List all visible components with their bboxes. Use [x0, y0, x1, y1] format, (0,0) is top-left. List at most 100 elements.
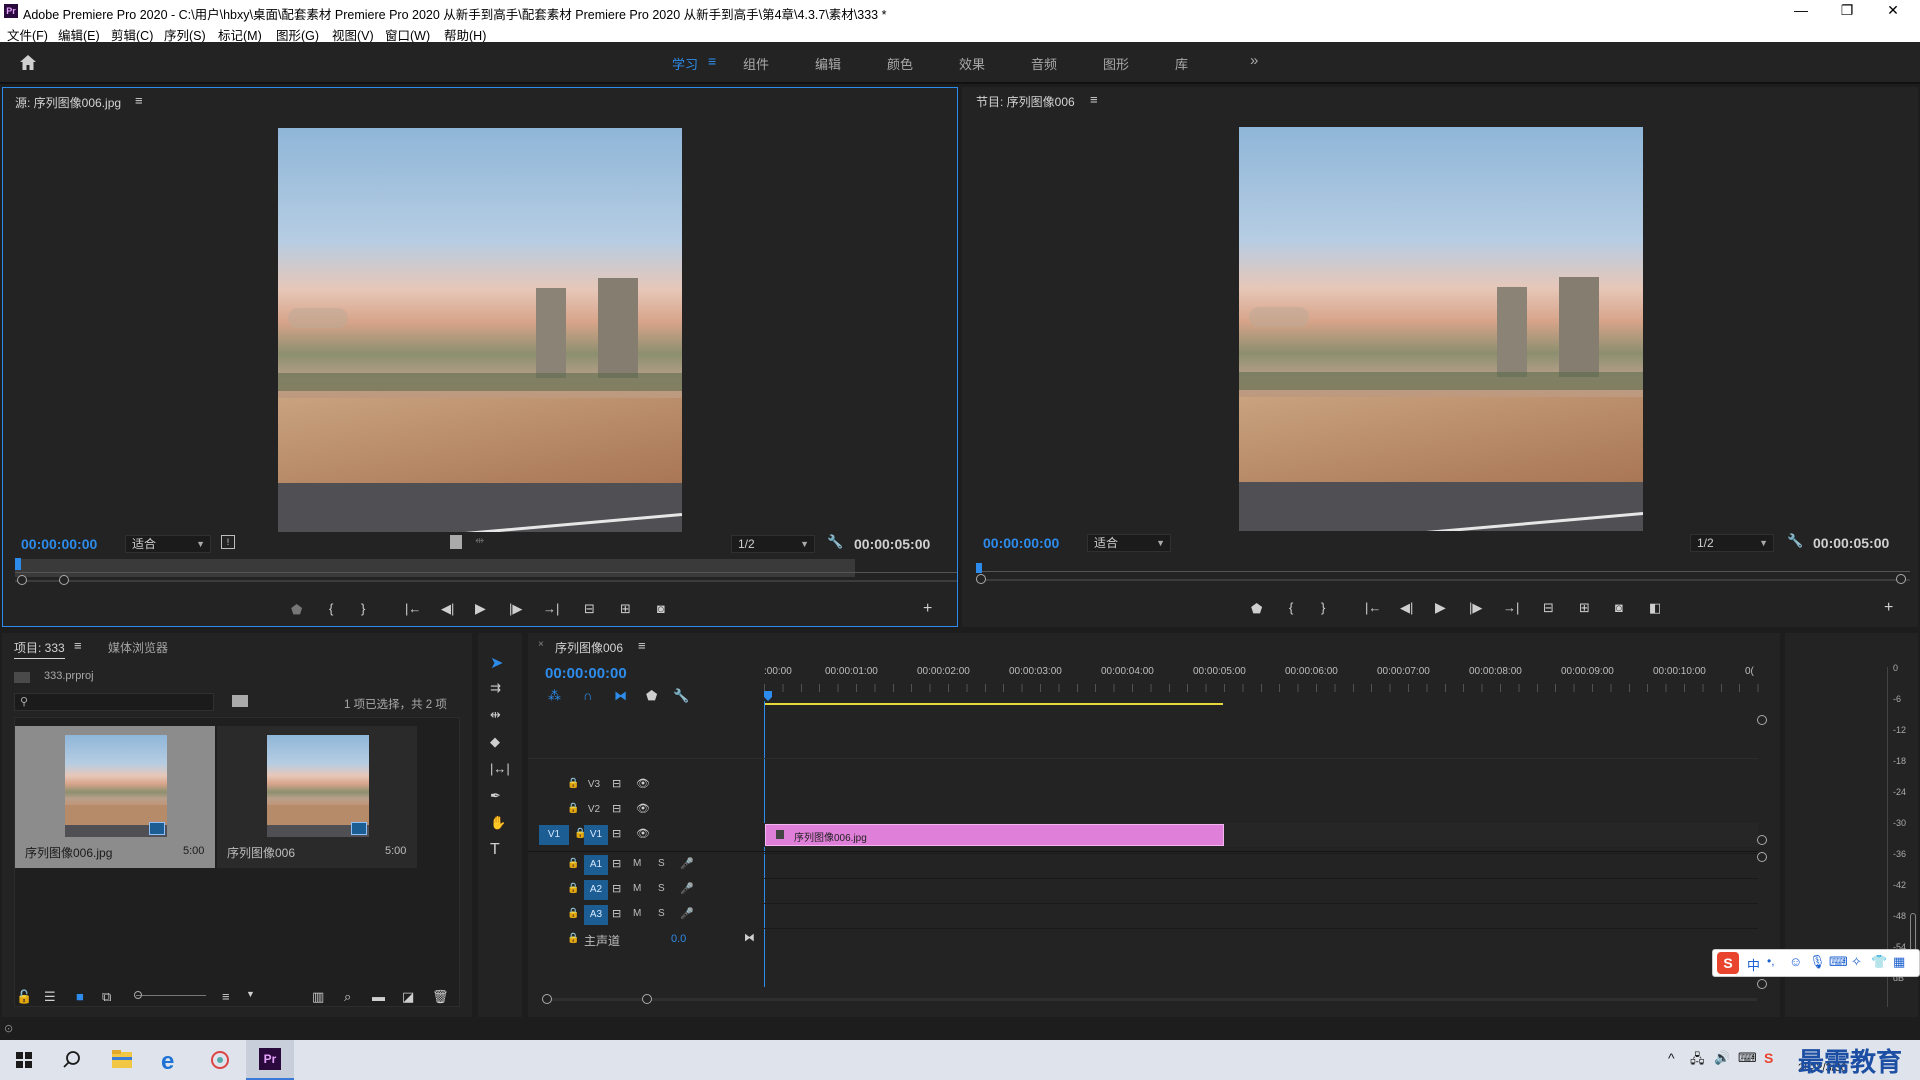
pen-tool-icon[interactable]: ✒: [490, 788, 501, 804]
project-search-input[interactable]: ⚲: [14, 693, 214, 711]
solo-button[interactable]: S: [658, 883, 665, 894]
new-bin-icon[interactable]: ▬: [372, 989, 385, 1004]
zoom-handle-right[interactable]: [59, 575, 69, 585]
emoji-icon[interactable]: ☺: [1789, 954, 1802, 969]
automate-to-sequence-icon[interactable]: ▥: [312, 989, 324, 1005]
tab-media-browser[interactable]: 媒体浏览器: [108, 639, 168, 656]
workspace-learn[interactable]: 学习: [672, 54, 698, 73]
workspace-libraries[interactable]: 库: [1175, 54, 1188, 73]
volume-icon[interactable]: 🔊: [1714, 1050, 1730, 1066]
list-view-icon[interactable]: ☰: [44, 989, 56, 1005]
microphone-icon[interactable]: 🎤: [680, 857, 694, 870]
microphone-icon[interactable]: 🎙: [1809, 954, 1826, 970]
workspace-graphics[interactable]: 图形: [1103, 54, 1129, 73]
add-marker-icon[interactable]: ⬟: [1251, 601, 1262, 617]
microphone-icon[interactable]: 🎤: [680, 907, 694, 920]
track-label-v3[interactable]: V3: [582, 777, 606, 793]
play-icon[interactable]: ▶: [1435, 599, 1446, 616]
workspace-audio[interactable]: 音频: [1031, 54, 1057, 73]
file-explorer-icon[interactable]: [98, 1040, 146, 1080]
step-back-icon[interactable]: ◀|: [441, 601, 454, 617]
workspace-menu-icon[interactable]: ≡: [708, 53, 716, 69]
project-item[interactable]: 序列图像006 5:00: [217, 726, 417, 868]
go-to-in-icon[interactable]: |←: [1365, 600, 1381, 615]
overwrite-icon[interactable]: ⊞: [620, 601, 631, 617]
close-tab-icon[interactable]: ×: [538, 639, 544, 650]
export-frame-settings-icon[interactable]: !: [221, 535, 235, 549]
lock-icon[interactable]: 🔒: [567, 908, 579, 919]
zoom-slider[interactable]: [136, 995, 206, 996]
track-select-tool-icon[interactable]: ⇉: [490, 680, 501, 696]
windows-start-icon[interactable]: [0, 1040, 48, 1080]
home-icon[interactable]: [18, 53, 38, 73]
timeline-timecode[interactable]: 00:00:00:00: [545, 665, 627, 682]
source-monitor-title[interactable]: 源: 序列图像006.jpg: [15, 94, 121, 111]
program-timecode-in[interactable]: 00:00:00:00: [983, 535, 1059, 551]
toggle-sync-lock-icon[interactable]: ⊟: [612, 907, 621, 920]
premiere-taskbar-icon[interactable]: Pr: [246, 1040, 294, 1080]
button-editor-plus-icon[interactable]: +: [1884, 599, 1893, 617]
close-button[interactable]: ✕: [1870, 0, 1916, 22]
program-playhead[interactable]: [976, 563, 982, 573]
solo-button[interactable]: S: [658, 858, 665, 869]
ime-punct-toggle[interactable]: •,: [1767, 954, 1775, 968]
program-monitor-title[interactable]: 节目: 序列图像006: [976, 93, 1075, 110]
work-area-bar[interactable]: [764, 703, 1223, 705]
nest-insert-icon[interactable]: ⁂: [548, 688, 561, 704]
drag-audio-icon[interactable]: ⇹: [475, 534, 484, 547]
find-icon[interactable]: ⌕: [344, 989, 351, 1005]
track-label-a1[interactable]: A1: [584, 855, 608, 875]
edge-browser-icon[interactable]: e: [146, 1040, 194, 1080]
source-timecode-in[interactable]: 00:00:00:00: [21, 536, 97, 552]
chevron-down-icon[interactable]: ▼: [246, 989, 255, 999]
skin-icon[interactable]: ✧: [1851, 954, 1862, 970]
mark-in-icon[interactable]: {: [329, 601, 333, 616]
track-label-v2[interactable]: V2: [582, 802, 606, 818]
lock-icon[interactable]: 🔒: [567, 933, 579, 944]
v-scroll-handle[interactable]: [1757, 715, 1767, 725]
play-icon[interactable]: ▶: [475, 600, 486, 617]
toggle-sync-lock-icon[interactable]: ⊟: [612, 882, 621, 895]
snap-icon[interactable]: ∩: [583, 688, 592, 703]
toggle-sync-lock-icon[interactable]: ⊟: [612, 857, 621, 870]
tab-sequence[interactable]: 序列图像006: [555, 639, 623, 656]
panel-menu-icon[interactable]: ≡: [74, 638, 82, 653]
razor-tool-icon[interactable]: ◆: [490, 734, 500, 750]
mute-button[interactable]: M: [633, 858, 641, 869]
toggle-sync-lock-icon[interactable]: ⊟: [612, 777, 621, 790]
timeline-playhead[interactable]: [764, 691, 772, 701]
source-resolution-dropdown[interactable]: 1/2 ▼: [731, 535, 815, 553]
panel-menu-icon[interactable]: ≡: [638, 638, 646, 653]
source-fit-dropdown[interactable]: 适合 ▼: [125, 535, 211, 553]
track-label-a2[interactable]: A2: [584, 880, 608, 900]
grid-menu-icon[interactable]: ▦: [1893, 954, 1905, 970]
zoom-handle-left[interactable]: [542, 994, 552, 1004]
button-editor-plus-icon[interactable]: +: [923, 600, 932, 618]
program-zoom-bar[interactable]: [976, 579, 1910, 581]
insert-icon[interactable]: ⊟: [584, 601, 595, 617]
program-fit-dropdown[interactable]: 适合 ▼: [1087, 534, 1171, 552]
eye-icon[interactable]: 👁: [636, 802, 650, 815]
solo-button[interactable]: S: [658, 908, 665, 919]
keyboard-icon[interactable]: ⌨: [1829, 954, 1848, 970]
mark-out-icon[interactable]: }: [1321, 600, 1325, 615]
v-scroll-handle[interactable]: [1757, 835, 1767, 845]
eye-icon[interactable]: 👁: [636, 777, 650, 790]
lock-icon[interactable]: 🔒: [567, 858, 579, 869]
hand-tool-icon[interactable]: ✋: [490, 815, 506, 831]
new-search-bin-icon[interactable]: [232, 695, 248, 707]
mark-in-icon[interactable]: {: [1289, 600, 1293, 615]
source-zoom-bar[interactable]: [15, 580, 957, 582]
workspace-color[interactable]: 颜色: [887, 54, 913, 73]
program-resolution-dropdown[interactable]: 1/2 ▼: [1690, 534, 1774, 552]
lock-icon[interactable]: 🔒: [567, 803, 579, 814]
wrench-icon[interactable]: 🔧: [1787, 533, 1803, 549]
icon-view-icon[interactable]: ■: [76, 989, 84, 1004]
tab-project[interactable]: 项目: 333: [14, 639, 65, 659]
go-to-out-icon[interactable]: →|: [1503, 600, 1519, 615]
search-icon[interactable]: [48, 1040, 96, 1080]
linked-selection-icon[interactable]: ⧓: [614, 688, 627, 704]
camera-icon[interactable]: ◙: [1615, 600, 1623, 615]
workspace-assembly[interactable]: 组件: [743, 54, 769, 73]
selection-tool-icon[interactable]: ➤: [490, 653, 503, 673]
